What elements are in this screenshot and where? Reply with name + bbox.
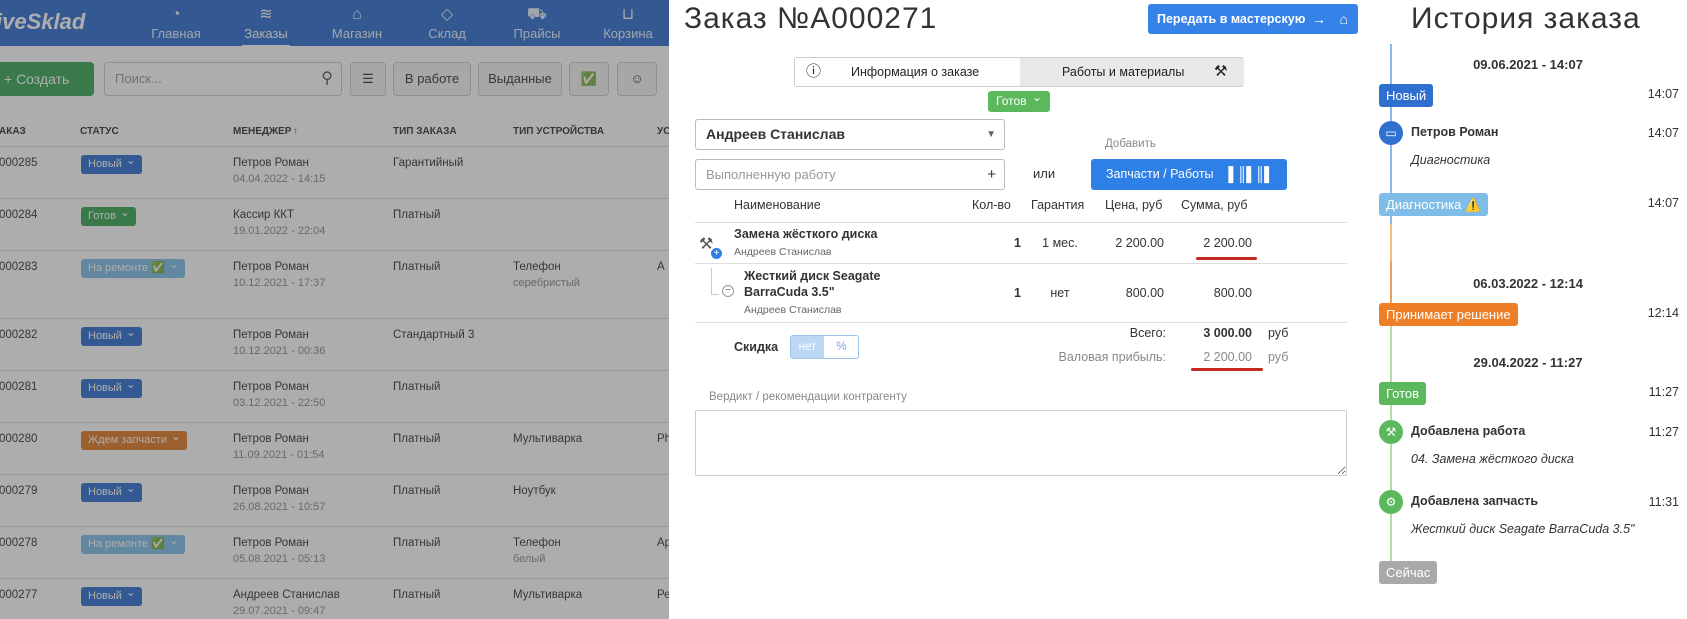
modal-overlay[interactable] (0, 0, 669, 619)
discount-percent-option[interactable]: % (825, 336, 858, 358)
history-note: Жесткий диск Seagate BarraCuda 3.5" (1411, 522, 1635, 536)
history-status-new: Новый (1379, 84, 1434, 107)
wrench-icon: ⚒ (1379, 420, 1403, 444)
item-sum: 800.00 (1213, 286, 1252, 300)
col-name: Наименование (734, 198, 821, 212)
gear-icon: ⚙ (1379, 490, 1403, 514)
history-date: 06.03.2022 - 12:14 (1473, 276, 1583, 291)
item-price[interactable]: 800.00 (1081, 286, 1164, 300)
history-time: 14:07 (1647, 126, 1679, 140)
item-person: Андреев Станислав (744, 304, 842, 316)
home-icon: ⌂ (1339, 11, 1348, 27)
item-person: Андреев Станислав (734, 246, 832, 258)
info-icon: ⓘ (806, 63, 822, 80)
barcode-icon: ▌║▌║▌ (1228, 166, 1274, 182)
history-time: 11:31 (1648, 495, 1679, 509)
item-price[interactable]: 2 200.00 (1081, 236, 1164, 250)
currency: руб (1268, 326, 1289, 340)
order-panel: Заказ №A000271 Передать в мастерскую → ⌂… (669, 0, 1369, 619)
item-qty[interactable]: 1 (971, 286, 1021, 300)
send-to-workshop-label: Передать в мастерскую (1157, 12, 1306, 26)
timeline-line (1390, 224, 1392, 261)
history-note: Диагностика (1411, 153, 1491, 167)
item-name[interactable]: Жесткий диск Seagate (744, 268, 881, 284)
item-name-line2[interactable]: BarraCuda 3.5" (744, 284, 835, 300)
history-time: 12:14 (1647, 306, 1679, 320)
remove-circle-icon[interactable]: − (722, 285, 734, 297)
item-sum: 2 200.00 (1203, 236, 1252, 250)
profit-value: 2 200.00 (1203, 350, 1252, 364)
col-sum: Сумма, руб (1181, 198, 1248, 212)
add-label: Добавить (1105, 138, 1156, 150)
tab-order-info[interactable]: ⓘ Информация о заказе (795, 58, 1020, 86)
history-event: Добавлена работа (1411, 424, 1526, 438)
history-event: Добавлена запчасть (1411, 494, 1539, 508)
history-note: 04. Замена жёсткого диска (1411, 452, 1574, 466)
discount-toggle[interactable]: нет % (790, 335, 859, 359)
history-date: 09.06.2021 - 14:07 (1473, 57, 1583, 72)
divider (695, 263, 1347, 264)
currency: руб (1268, 350, 1289, 364)
master-select[interactable]: Андреев Станислав ▼ (695, 119, 1005, 150)
tab-order-info-label: Информация о заказе (851, 65, 980, 79)
highlight-underline (1191, 368, 1263, 371)
verdict-label: Вердикт / рекомендации контрагенту (709, 391, 907, 403)
history-time: 14:07 (1647, 196, 1679, 210)
col-qty: Кол-во (972, 198, 1011, 212)
parts-works-label: Запчасти / Работы (1106, 167, 1214, 181)
history-time: 11:27 (1648, 385, 1679, 399)
comment-icon: ▭ (1379, 121, 1403, 145)
discount-none-option[interactable]: нет (791, 336, 824, 358)
item-name[interactable]: Замена жёсткого диска (734, 226, 878, 242)
work-input[interactable]: Выполненную работу + (695, 159, 1005, 190)
verdict-textarea[interactable] (695, 410, 1347, 476)
work-input-placeholder: Выполненную работу (706, 167, 836, 182)
history-time: 11:27 (1648, 425, 1679, 439)
highlight-underline (1196, 257, 1257, 260)
profit-label: Валовая прибыль: (1058, 350, 1167, 364)
order-status-dropdown[interactable]: Готов (988, 87, 1050, 112)
discount-label: Скидка (734, 340, 779, 354)
add-circle-icon[interactable]: + (711, 248, 722, 259)
wrench-icon: ⚒ (1214, 63, 1228, 80)
history-status-decision: Принимает решение (1379, 303, 1518, 326)
history-time: 14:07 (1647, 87, 1679, 101)
tree-connector (711, 268, 719, 295)
master-select-value: Андреев Станислав (706, 126, 845, 142)
total-label: Всего: (1129, 326, 1166, 340)
arrow-right-icon: → (1312, 11, 1326, 27)
col-warranty: Гарантия (1031, 198, 1085, 212)
or-label: или (1033, 166, 1056, 181)
total-value: 3 000.00 (1203, 326, 1252, 340)
order-tabs: ⓘ Информация о заказе Работы и материалы… (794, 57, 1244, 87)
history-now: Сейчас (1379, 561, 1438, 584)
history-person: Петров Роман (1411, 125, 1499, 139)
plus-icon[interactable]: + (987, 160, 996, 189)
tab-works-materials-label: Работы и материалы (1062, 65, 1185, 79)
history-date: 29.04.2022 - 11:27 (1473, 355, 1583, 370)
order-title: Заказ №A000271 (684, 2, 938, 35)
col-price: Цена, руб (1105, 198, 1163, 212)
divider (695, 322, 1347, 323)
item-qty[interactable]: 1 (971, 236, 1021, 250)
tab-works-materials[interactable]: Работы и материалы ⚒ (1020, 58, 1244, 86)
parts-works-button[interactable]: Запчасти / Работы ▌║▌║▌ (1091, 159, 1287, 190)
history-status-diagnostics: Диагностика ⚠️ (1379, 193, 1489, 216)
send-to-workshop-button[interactable]: Передать в мастерскую → ⌂ (1148, 4, 1358, 34)
chevron-down-icon: ▼ (986, 129, 996, 140)
order-history-panel: История заказа 09.06.2021 - 14:07 Новый … (1369, 0, 1687, 619)
history-title: История заказа (1411, 2, 1641, 35)
history-status-ready: Готов (1379, 382, 1427, 405)
divider (695, 222, 1347, 223)
